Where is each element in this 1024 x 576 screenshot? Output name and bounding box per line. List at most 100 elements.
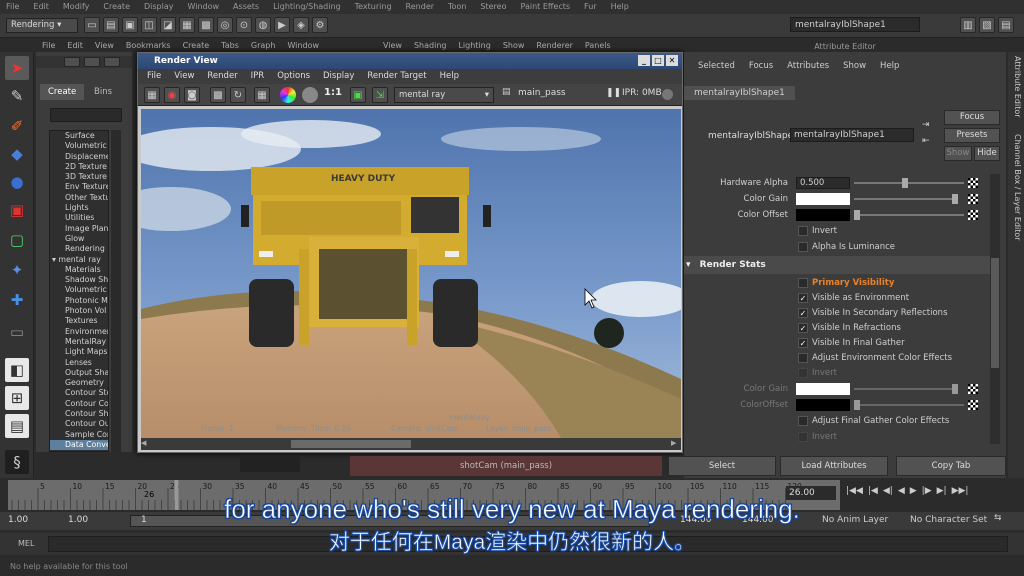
list-item[interactable]: Sample Cor (50, 430, 108, 440)
keep-image-icon[interactable]: ▣ (350, 87, 366, 103)
list-item[interactable]: Env Texture (50, 182, 108, 192)
ipr-icon[interactable]: ▩ (210, 87, 226, 103)
renderer-dropdown[interactable]: mental ray ▾ (394, 87, 494, 103)
hypershade-menu-edit[interactable]: Edit (67, 40, 83, 52)
new-scene-icon[interactable]: ▭ (84, 17, 100, 33)
list-item[interactable]: Lenses (50, 358, 108, 368)
rv-menu-view[interactable]: View (174, 69, 194, 84)
attribute-editor-toggle-icon[interactable]: ▥ (960, 17, 976, 33)
remove-image-icon[interactable]: ⇲ (372, 87, 388, 103)
color-channels-icon[interactable] (280, 87, 296, 103)
panel-menu-lighting[interactable]: Lighting (458, 40, 490, 52)
list-item[interactable]: Output Sha (50, 368, 108, 378)
lasso-tool-icon[interactable]: ✎ (5, 84, 29, 108)
invert2-checkbox[interactable] (798, 368, 808, 378)
menu-edit[interactable]: Edit (33, 0, 49, 14)
ae-menu-attributes[interactable]: Attributes (787, 61, 829, 71)
tab-mentalrayiblshape[interactable]: mentalrayIblShape1 (684, 86, 795, 100)
map-button-icon[interactable] (968, 194, 978, 204)
show-button[interactable]: Show (944, 146, 972, 161)
list-item[interactable]: Volumetric (50, 141, 108, 151)
render-image[interactable]: HEAVY DUTY mental ray Frame: 1 Memory: T… (141, 109, 681, 438)
color-offset2-slider[interactable] (854, 404, 964, 406)
panel-menu-show[interactable]: Show (503, 40, 525, 52)
snap-surface-icon[interactable]: ◍ (255, 17, 271, 33)
select-object-icon[interactable]: ◪ (160, 17, 176, 33)
menu-lighting-shading[interactable]: Lighting/Shading (273, 0, 341, 14)
list-item[interactable]: Rendering (50, 244, 108, 254)
rv-menu-render[interactable]: Render (207, 69, 237, 84)
hypershade-menu-view[interactable]: View (95, 40, 114, 52)
menu-texturing[interactable]: Texturing (355, 0, 392, 14)
tool-settings-toggle-icon[interactable]: ▧ (979, 17, 995, 33)
color-gain-swatch[interactable] (796, 193, 850, 205)
color-offset-handle[interactable] (854, 210, 860, 220)
create-list-scrollbar[interactable] (111, 130, 121, 452)
rv-menu-help[interactable]: Help (440, 69, 459, 84)
snap-curve-icon[interactable]: ◎ (217, 17, 233, 33)
minimize-icon[interactable]: _ (638, 55, 650, 66)
menu-modify[interactable]: Modify (63, 0, 90, 14)
render-stat-checkbox[interactable]: ✓ (798, 293, 808, 303)
tab-bins[interactable]: Bins (86, 84, 120, 100)
save-scene-icon[interactable]: ▣ (122, 17, 138, 33)
paint-select-tool-icon[interactable]: ✐ (5, 114, 29, 138)
hypershade-menu-graph[interactable]: Graph (251, 40, 276, 52)
outliner-layout-icon[interactable]: ▤ (5, 414, 29, 438)
list-item[interactable]: Photon Vol (50, 306, 108, 316)
hypershade-menu-window[interactable]: Window (287, 40, 319, 52)
hypershade-menu-tabs[interactable]: Tabs (221, 40, 239, 52)
menu-assets[interactable]: Assets (233, 0, 259, 14)
color-gain-slider[interactable] (854, 198, 954, 200)
rv-menu-render-target[interactable]: Render Target (367, 69, 426, 84)
list-item[interactable]: Contour Co (50, 399, 108, 409)
snapshot-icon[interactable]: ◙ (184, 87, 200, 103)
node-name-input[interactable]: mentalrayIblShape1 (790, 128, 914, 142)
go-input-icon[interactable]: ⇥ (922, 120, 930, 130)
move-tool-icon[interactable]: ◆ (5, 142, 29, 166)
list-item[interactable]: Surface (50, 131, 108, 141)
hypershade-graph-icon[interactable] (64, 57, 80, 67)
channel-box-toggle-icon[interactable]: ▤ (998, 17, 1014, 33)
list-item[interactable]: Image Plan (50, 224, 108, 234)
node-name-field[interactable]: mentalrayIblShape1 (790, 17, 920, 32)
ipr-render-icon[interactable]: ◈ (293, 17, 309, 33)
list-item[interactable]: Contour Sh (50, 409, 108, 419)
list-item[interactable]: Other Textu (50, 193, 108, 203)
select-hierarchy-icon[interactable]: ◫ (141, 17, 157, 33)
rotate-tool-icon[interactable]: ● (5, 170, 29, 194)
redo-render-icon[interactable]: ▦ (144, 87, 160, 103)
render-settings-icon[interactable]: ⚙ (312, 17, 328, 33)
attribute-scroll-thumb[interactable] (991, 258, 999, 368)
select-component-icon[interactable]: ▦ (179, 17, 195, 33)
side-tab-channel-box[interactable]: Channel Box / Layer Editor (1010, 134, 1022, 284)
list-item[interactable]: Glow (50, 234, 108, 244)
list-item[interactable]: Photonic M (50, 296, 108, 306)
focus-button[interactable]: Focus (944, 110, 1000, 125)
menu-toon[interactable]: Toon (448, 0, 466, 14)
alpha-luminance-checkbox[interactable] (798, 242, 808, 252)
menu-set-dropdown[interactable]: Rendering ▾ (6, 18, 78, 33)
panel-menu-shading[interactable]: Shading (414, 40, 447, 52)
list-item[interactable]: Materials (50, 265, 108, 275)
rv-menu-options[interactable]: Options (277, 69, 310, 84)
list-item[interactable]: Utilities (50, 213, 108, 223)
go-output-icon[interactable]: ⇤ (922, 136, 930, 146)
render-view-scrollbar[interactable]: ◀ ▶ (141, 438, 681, 450)
rv-menu-display[interactable]: Display (323, 69, 354, 84)
scroll-thumb[interactable] (291, 440, 411, 448)
list-item[interactable]: Shadow Sh (50, 275, 108, 285)
hardware-alpha-field[interactable]: 0.500 (796, 177, 850, 189)
open-scene-icon[interactable]: ▤ (103, 17, 119, 33)
menu-create[interactable]: Create (103, 0, 130, 14)
color-gain2-swatch[interactable] (796, 383, 850, 395)
hardware-alpha-handle[interactable] (902, 178, 908, 188)
scroll-left-icon[interactable]: ◀ (141, 439, 151, 449)
close-icon[interactable]: ✕ (666, 55, 678, 66)
map-button-icon[interactable] (968, 384, 978, 394)
menu-fur[interactable]: Fur (584, 0, 597, 14)
presets-button[interactable]: Presets (944, 128, 1000, 143)
refresh-ipr-icon[interactable]: ↻ (230, 87, 246, 103)
menu-display[interactable]: Display (144, 0, 174, 14)
color-gain2-handle[interactable] (952, 384, 958, 394)
